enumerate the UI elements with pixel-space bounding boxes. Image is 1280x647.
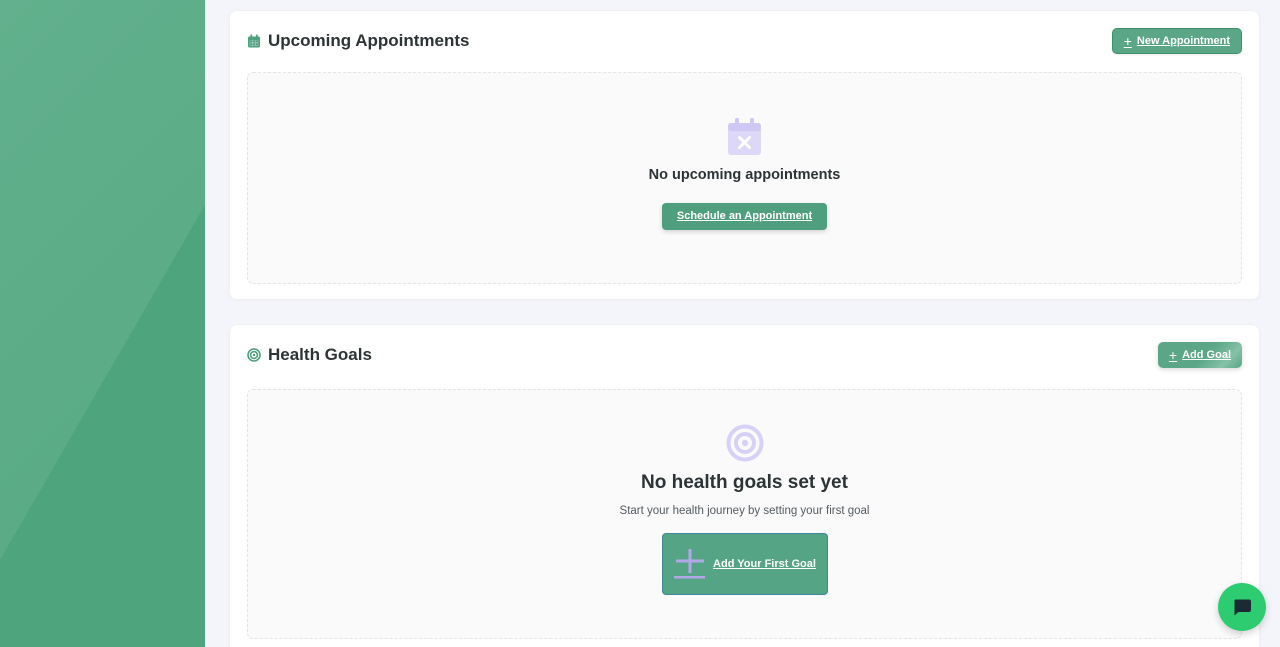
appointments-title: Upcoming Appointments	[247, 31, 469, 51]
new-appointment-button[interactable]: + New Appointment	[1111, 28, 1242, 54]
add-goal-button[interactable]: + Add Goal	[1157, 342, 1242, 368]
health-goals-empty-subtitle: Start your health journey by setting you…	[619, 505, 870, 517]
appointments-header: Upcoming Appointments + New Appointment	[247, 26, 1242, 56]
calendar-icon	[247, 34, 261, 48]
appointments-empty-title: No upcoming appointments	[648, 167, 841, 183]
target-icon	[247, 348, 261, 362]
health-goals-header: Health Goals + Add Goal	[247, 340, 1242, 370]
add-goal-label: Add Goal	[1182, 349, 1231, 361]
new-appointment-label: New Appointment	[1136, 35, 1230, 47]
chat-button[interactable]	[1218, 583, 1266, 631]
health-goals-card: Health Goals + Add Goal No health goals …	[229, 324, 1260, 647]
sidebar-decoration	[0, 205, 205, 647]
chat-bubble-icon	[1232, 597, 1252, 617]
appointments-empty-state: No upcoming appointments Schedule an App…	[247, 72, 1242, 284]
plus-icon: +	[1123, 33, 1132, 49]
plus-icon	[673, 547, 707, 581]
health-goals-empty-title: No health goals set yet	[641, 472, 848, 493]
calendar-x-icon	[728, 118, 761, 155]
health-goals-empty-state: No health goals set yet Start your healt…	[247, 389, 1242, 639]
add-first-goal-label: Add Your First Goal	[713, 558, 816, 570]
main-content: Upcoming Appointments + New Appointment …	[205, 0, 1280, 647]
appointments-card: Upcoming Appointments + New Appointment …	[229, 10, 1260, 300]
target-icon	[726, 424, 764, 462]
health-goals-title: Health Goals	[247, 345, 372, 365]
schedule-appointment-button[interactable]: Schedule an Appointment	[661, 203, 828, 230]
add-first-goal-button[interactable]: Add Your First Goal	[661, 533, 828, 595]
appointments-title-text: Upcoming Appointments	[268, 31, 470, 50]
sidebar	[0, 0, 205, 647]
plus-icon: +	[1168, 347, 1178, 363]
health-goals-title-text: Health Goals	[268, 345, 372, 364]
